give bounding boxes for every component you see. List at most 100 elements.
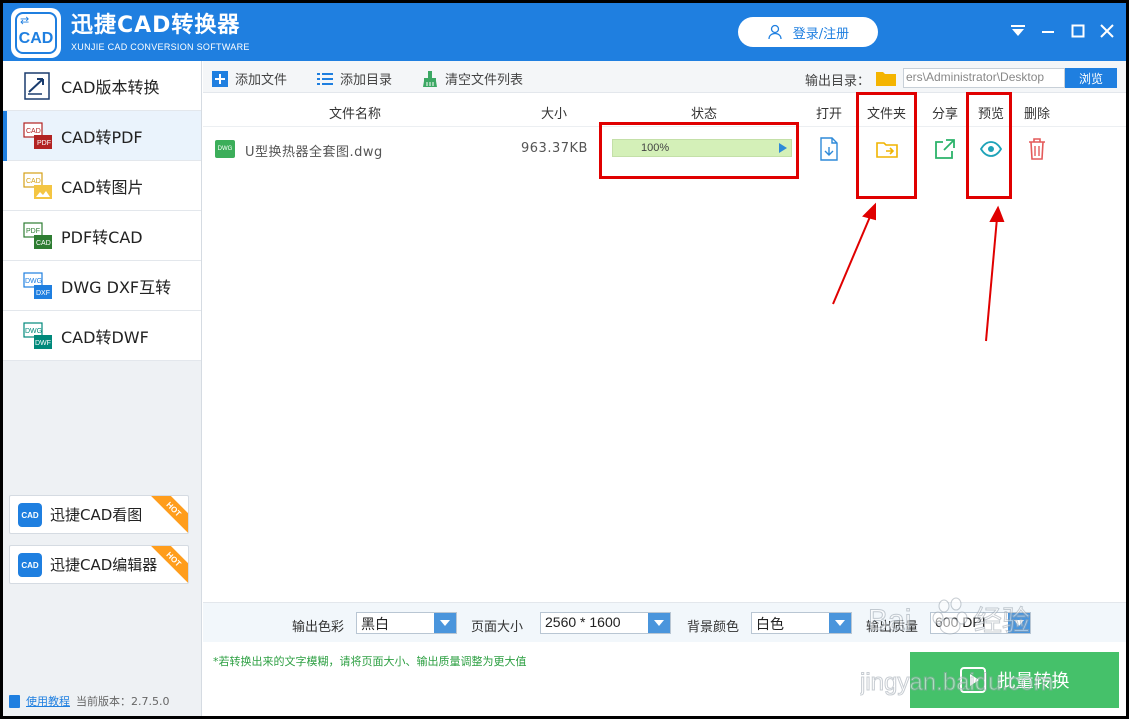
dwg-dxf-icon: DWG DXF <box>23 272 52 299</box>
batch-convert-label: 批量转换 <box>997 671 1070 692</box>
hot-badge: HOT <box>149 496 188 533</box>
cad-version-icon <box>24 72 50 100</box>
folder-highlight-box <box>856 92 917 199</box>
svg-text:PDF: PDF <box>26 228 40 235</box>
quality-value: 600 DPI <box>935 614 986 630</box>
bg-color-label: 背景颜色 <box>687 620 740 635</box>
output-dir-input[interactable]: ers\Administrator\Desktop <box>903 68 1065 88</box>
promo-label: 迅捷CAD编辑器 <box>50 556 158 574</box>
sidebar-item-cad-to-image[interactable]: CAD CAD转图片 <box>3 161 201 211</box>
main-panel: 添加文件 添加目录 清空文件列表 输出目录： ers\Administrator… <box>203 61 1126 716</box>
chevron-down-icon <box>648 613 670 633</box>
sidebar-item-pdf-to-cad[interactable]: PDF CAD PDF转CAD <box>3 211 201 261</box>
chevron-down-icon <box>1008 613 1030 633</box>
preview-highlight-box <box>966 92 1012 199</box>
header-open: 打开 <box>816 107 843 122</box>
cad-viewer-icon: CAD <box>18 503 42 527</box>
svg-text:CAD: CAD <box>26 128 41 135</box>
dwg-file-icon: DWG <box>215 140 235 158</box>
promo-cad-editor[interactable]: CAD 迅捷CAD编辑器 HOT <box>9 545 189 584</box>
output-color-select[interactable]: 黑白 <box>356 612 457 634</box>
sidebar-item-cad-to-pdf[interactable]: CAD PDF CAD转PDF <box>3 111 201 161</box>
book-icon <box>9 694 20 708</box>
add-file-button[interactable]: 添加文件 <box>211 69 287 88</box>
clear-list-button[interactable]: 清空文件列表 <box>421 69 523 88</box>
add-file-label: 添加文件 <box>235 73 288 88</box>
chevron-down-icon <box>829 613 851 633</box>
cad-to-dwf-icon: DWG DWF <box>23 322 52 349</box>
folder-icon[interactable] <box>876 70 896 86</box>
version-label: 当前版本：2.7.5.0 <box>76 695 170 708</box>
chevron-down-icon <box>434 613 456 633</box>
help-link[interactable]: 使用教程 <box>26 693 70 709</box>
share-icon[interactable] <box>934 137 956 161</box>
cad-editor-icon: CAD <box>18 553 42 577</box>
header-delete: 删除 <box>1024 107 1051 122</box>
sidebar-item-label: CAD转DWF <box>61 327 149 347</box>
minimize-icon[interactable] <box>1038 21 1058 41</box>
app-window: ⇄ CAD 迅捷CAD转换器 XUNJIE CAD CONVERSION SOF… <box>3 3 1126 716</box>
sidebar-item-label: PDF转CAD <box>61 227 143 247</box>
cad-to-image-icon: CAD <box>23 172 52 199</box>
sidebar-item-label: DWG DXF互转 <box>61 277 172 297</box>
quality-select[interactable]: 600 DPI <box>930 612 1031 634</box>
svg-text:CAD: CAD <box>26 178 41 185</box>
plus-icon <box>212 70 228 87</box>
logo-text: CAD <box>15 12 57 54</box>
svg-text:DWG: DWG <box>25 278 42 285</box>
page-size-select[interactable]: 2560 * 1600 <box>540 612 671 634</box>
list-icon <box>317 72 333 85</box>
clear-list-label: 清空文件列表 <box>445 73 524 88</box>
add-directory-label: 添加目录 <box>340 73 393 88</box>
header-size: 大小 <box>541 107 568 122</box>
promo-cad-viewer[interactable]: CAD 迅捷CAD看图 HOT <box>9 495 189 534</box>
svg-text:PDF: PDF <box>37 140 51 147</box>
hint-text: *若转换出来的文字模糊，请将页面大小、输出质量调整为更大值 <box>213 655 527 668</box>
settings-bar: 输出色彩 黑白 页面大小 2560 * 1600 背景颜色 白色 输出质量 60… <box>203 602 1126 642</box>
toolbar: 添加文件 添加目录 清空文件列表 输出目录： ers\Administrator… <box>203 61 1126 93</box>
svg-text:DXF: DXF <box>36 290 50 297</box>
menu-dropdown-icon[interactable] <box>1008 21 1028 41</box>
page-size-value: 2560 * 1600 <box>545 614 621 630</box>
sidebar-footer: 使用教程 当前版本：2.7.5.0 <box>9 693 169 709</box>
output-color-label: 输出色彩 <box>292 620 345 635</box>
sidebar-item-label: CAD转PDF <box>61 127 143 147</box>
sidebar-item-label: CAD转图片 <box>61 177 144 197</box>
header-status: 状态 <box>691 107 718 122</box>
app-logo: ⇄ CAD <box>11 8 61 58</box>
sidebar-item-cad-version[interactable]: CAD版本转换 <box>3 61 201 111</box>
sidebar: CAD版本转换 CAD PDF CAD转PDF CAD CAD转图片 PDF CAD… <box>3 61 202 716</box>
svg-text:CAD: CAD <box>36 240 51 247</box>
file-name: U型换热器全套图.dwg <box>245 145 383 160</box>
login-label: 登录/注册 <box>792 26 850 42</box>
sidebar-item-dwg-dxf[interactable]: DWG DXF DWG DXF互转 <box>3 261 201 311</box>
browse-button[interactable]: 浏览 <box>1065 68 1117 88</box>
login-button[interactable]: 登录/注册 <box>738 17 878 47</box>
file-size: 963.37KB <box>521 141 588 156</box>
cad-to-pdf-icon: CAD PDF <box>23 122 52 149</box>
app-subtitle: XUNJIE CAD CONVERSION SOFTWARE <box>71 42 250 52</box>
bg-color-value: 白色 <box>756 616 784 632</box>
header-filename: 文件名称 <box>329 107 382 122</box>
quality-label: 输出质量 <box>866 620 919 635</box>
status-highlight-box <box>599 122 799 179</box>
sidebar-item-cad-to-dwf[interactable]: DWG DWF CAD转DWF <box>3 311 201 361</box>
svg-text:DWF: DWF <box>35 340 51 347</box>
open-file-icon[interactable] <box>818 137 840 161</box>
close-icon[interactable] <box>1097 21 1117 41</box>
delete-trash-icon[interactable] <box>1026 137 1048 161</box>
play-icon <box>959 667 986 693</box>
header-share: 分享 <box>932 107 959 122</box>
pdf-to-cad-icon: PDF CAD <box>23 222 52 249</box>
app-title: 迅捷CAD转换器 <box>71 13 241 38</box>
bg-color-select[interactable]: 白色 <box>751 612 852 634</box>
user-icon <box>768 24 782 40</box>
output-color-value: 黑白 <box>361 616 389 632</box>
broom-icon <box>423 70 437 87</box>
title-bar: ⇄ CAD 迅捷CAD转换器 XUNJIE CAD CONVERSION SOF… <box>3 3 1126 61</box>
add-directory-button[interactable]: 添加目录 <box>316 69 392 88</box>
maximize-icon[interactable] <box>1068 21 1088 41</box>
batch-convert-button[interactable]: 批量转换 <box>910 652 1119 708</box>
sidebar-item-label: CAD版本转换 <box>61 77 160 97</box>
promo-label: 迅捷CAD看图 <box>50 506 143 524</box>
